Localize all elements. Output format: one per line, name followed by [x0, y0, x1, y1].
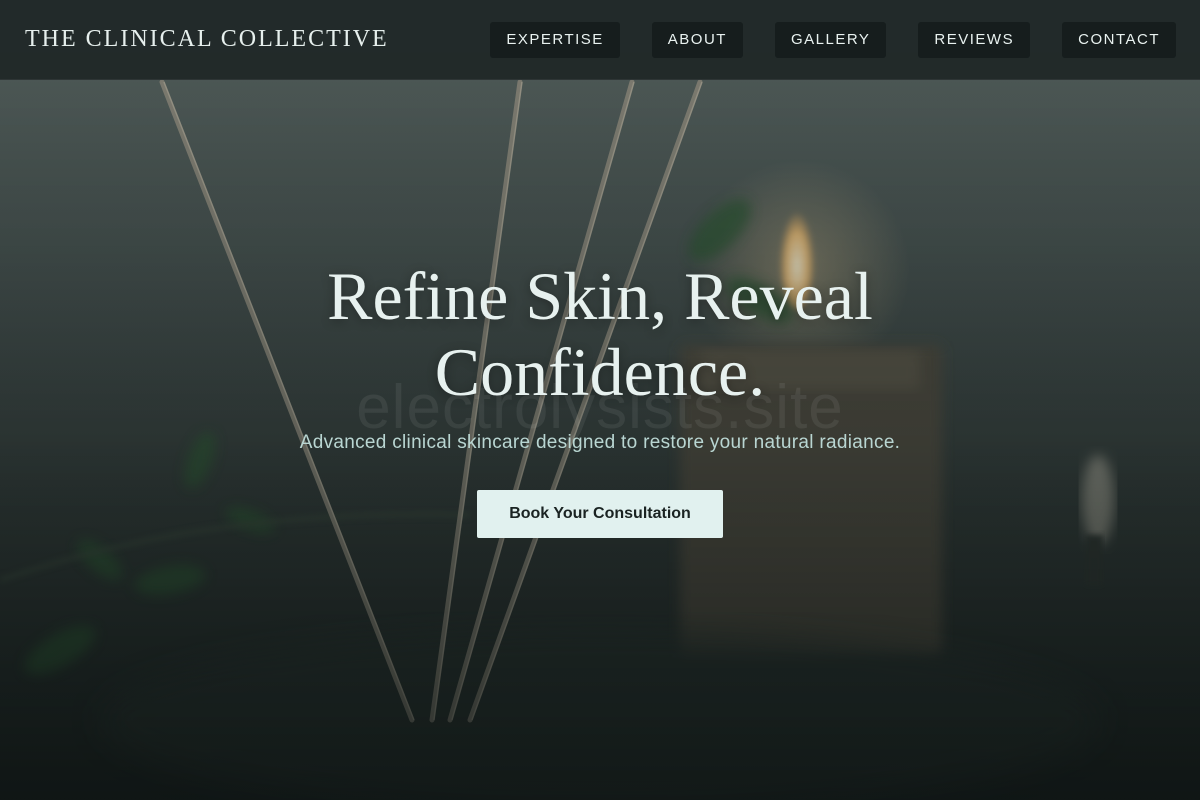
- hero-subtitle: Advanced clinical skincare designed to r…: [299, 432, 901, 453]
- nav-item-about[interactable]: ABOUT: [651, 21, 743, 58]
- nav-item-gallery[interactable]: GALLERY: [774, 21, 887, 58]
- nav-item-expertise[interactable]: EXPERTISE: [490, 21, 620, 58]
- book-consultation-button[interactable]: Book Your Consultation: [477, 490, 723, 538]
- hero-title: Refine Skin, Reveal Confidence.: [0, 258, 1200, 410]
- hero-title-line-1: Refine Skin, Reveal: [327, 258, 873, 334]
- main-nav: EXPERTISE ABOUT GALLERY REVIEWS CONTACT: [490, 21, 1176, 58]
- site-header: THE CLINICAL COLLECTIVE EXPERTISE ABOUT …: [0, 0, 1200, 80]
- page: THE CLINICAL COLLECTIVE EXPERTISE ABOUT …: [0, 0, 1200, 800]
- hero-title-line-2: Confidence.: [434, 334, 766, 410]
- nav-item-contact[interactable]: CONTACT: [1062, 21, 1176, 58]
- brand-logo-text[interactable]: THE CLINICAL COLLECTIVE: [25, 26, 389, 53]
- hero-section: electrolysists.site Refine Skin, Reveal …: [0, 0, 1200, 800]
- nav-item-reviews[interactable]: REVIEWS: [918, 21, 1031, 58]
